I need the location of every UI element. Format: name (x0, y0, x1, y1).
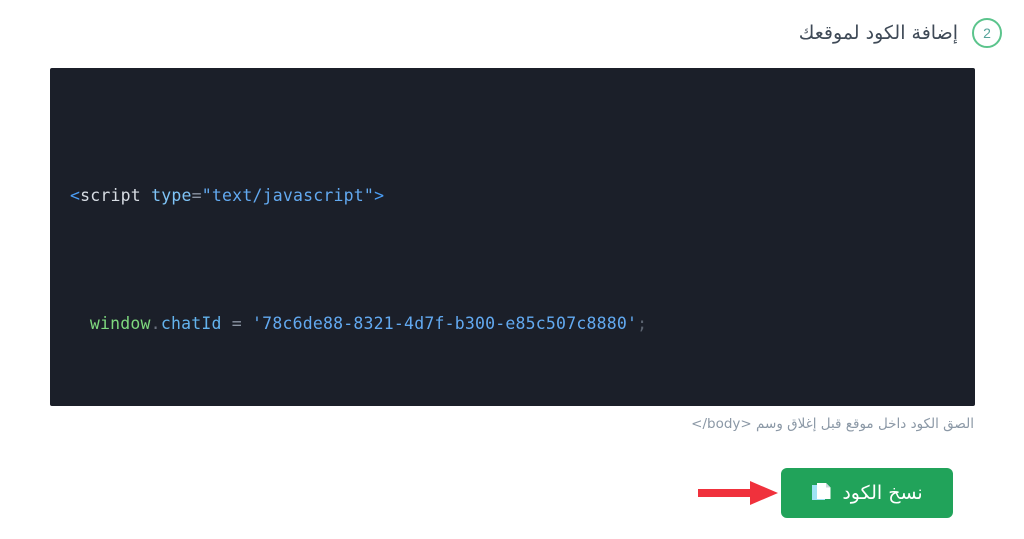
code-token-equals: = (191, 186, 202, 205)
step-header: 2 إضافة الكود لموقعك (799, 18, 1002, 48)
code-line: window.chatId = '78c6de88-8321-4d7f-b300… (70, 308, 975, 340)
right-arrow-icon (698, 481, 778, 505)
code-token-dot: . (150, 314, 161, 333)
code-instructions-caption: الصق الكود داخل موقع قبل إغلاق وسم <body… (691, 416, 974, 432)
code-token-semicolon: ; (637, 314, 648, 333)
code-snippet-step-panel: 2 إضافة الكود لموقعك <script type="text/… (0, 0, 1024, 539)
code-token-close-angle: > (374, 186, 385, 205)
copy-icon (812, 483, 831, 500)
code-token-object: window (89, 314, 151, 333)
code-token-property: chatId (160, 314, 222, 333)
copy-code-button[interactable]: نسخ الكود (781, 468, 953, 518)
code-token-attr-name: type (151, 186, 192, 205)
step-number-badge: 2 (972, 18, 1002, 48)
page-title: إضافة الكود لموقعك (798, 22, 958, 44)
code-token-open-angle: < (70, 186, 81, 205)
code-token-tag-name: script (80, 186, 141, 205)
code-token-value: '78c6de88-8321-4d7f-b300-e85c507c8880' (252, 314, 638, 333)
code-line: <script type="text/javascript"> (70, 180, 975, 212)
code-token-assign: = (231, 314, 242, 333)
code-snippet-content: <script type="text/javascript"> window.c… (50, 68, 975, 406)
copy-code-button-label: نسخ الكود (842, 481, 923, 504)
code-snippet-block[interactable]: <script type="text/javascript"> window.c… (50, 68, 975, 406)
code-token-attr-value: "text/javascript" (201, 186, 375, 205)
